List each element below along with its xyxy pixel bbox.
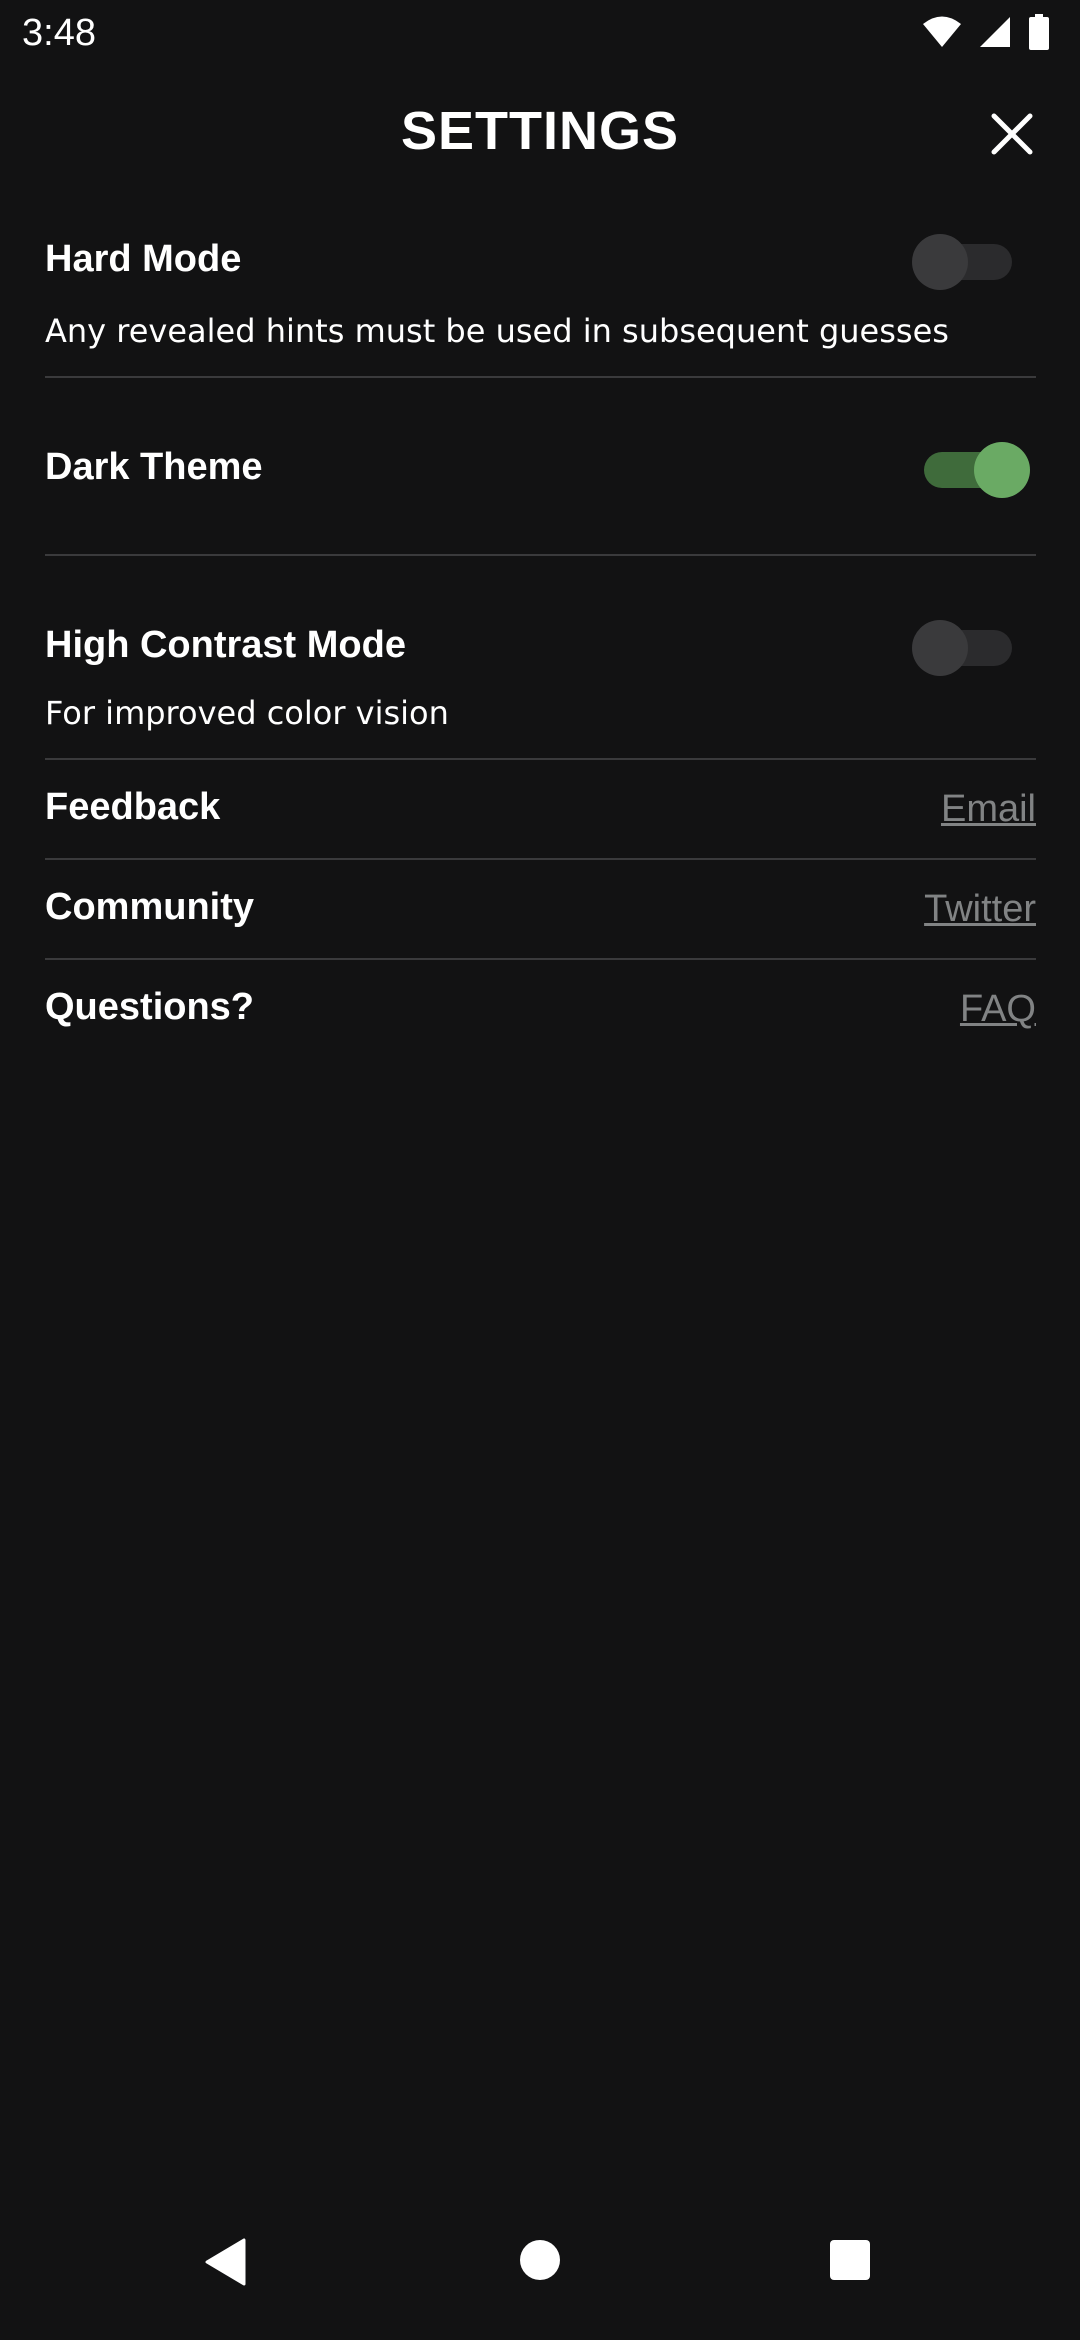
setting-high-contrast: High Contrast Mode For improved color vi… [45,556,1036,760]
questions-row: Questions? FAQ [45,960,1036,1058]
wifi-icon [922,15,962,54]
recents-button[interactable] [828,2238,872,2287]
battery-icon [1028,14,1050,55]
twitter-link[interactable]: Twitter [924,888,1036,931]
high-contrast-toggle[interactable] [912,620,1018,676]
dark-theme-toggle[interactable] [918,442,1030,498]
recents-icon[interactable] [828,2238,872,2282]
status-bar: 3:48 [0,0,1080,66]
feedback-label: Feedback [45,786,221,828]
home-icon[interactable] [518,2238,562,2282]
email-link[interactable]: Email [941,788,1036,831]
back-button[interactable] [204,2238,248,2291]
page-title: SETTINGS [400,101,680,161]
feedback-row: Feedback Email [45,760,1036,860]
setting-dark-theme: Dark Theme [45,378,1036,556]
status-time: 3:48 [22,12,96,54]
setting-label: High Contrast Mode [45,624,406,666]
back-icon[interactable] [204,2238,248,2286]
community-row: Community Twitter [45,860,1036,960]
cell-signal-icon [978,15,1012,54]
settings-screen: 3:48 SETTINGS Hard Mode Any revealed hin… [0,0,1080,2340]
setting-description: Any revealed hints must be used in subse… [45,312,949,350]
community-label: Community [45,886,254,928]
close-button[interactable] [982,104,1042,164]
navigation-bar [0,2190,1080,2340]
header: SETTINGS [0,90,1080,180]
questions-label: Questions? [45,986,255,1028]
status-icons [922,14,1050,55]
toggle-knob [974,442,1030,498]
setting-label: Hard Mode [45,238,242,280]
setting-hard-mode: Hard Mode Any revealed hints must be use… [45,200,1036,378]
close-icon[interactable] [982,104,1042,164]
setting-label: Dark Theme [45,446,263,488]
faq-link[interactable]: FAQ [960,988,1036,1031]
home-button[interactable] [518,2238,562,2287]
settings-list: Hard Mode Any revealed hints must be use… [45,200,1036,1058]
toggle-knob [912,234,968,290]
setting-description: For improved color vision [45,694,449,732]
hard-mode-toggle[interactable] [912,234,1018,290]
toggle-knob [912,620,968,676]
